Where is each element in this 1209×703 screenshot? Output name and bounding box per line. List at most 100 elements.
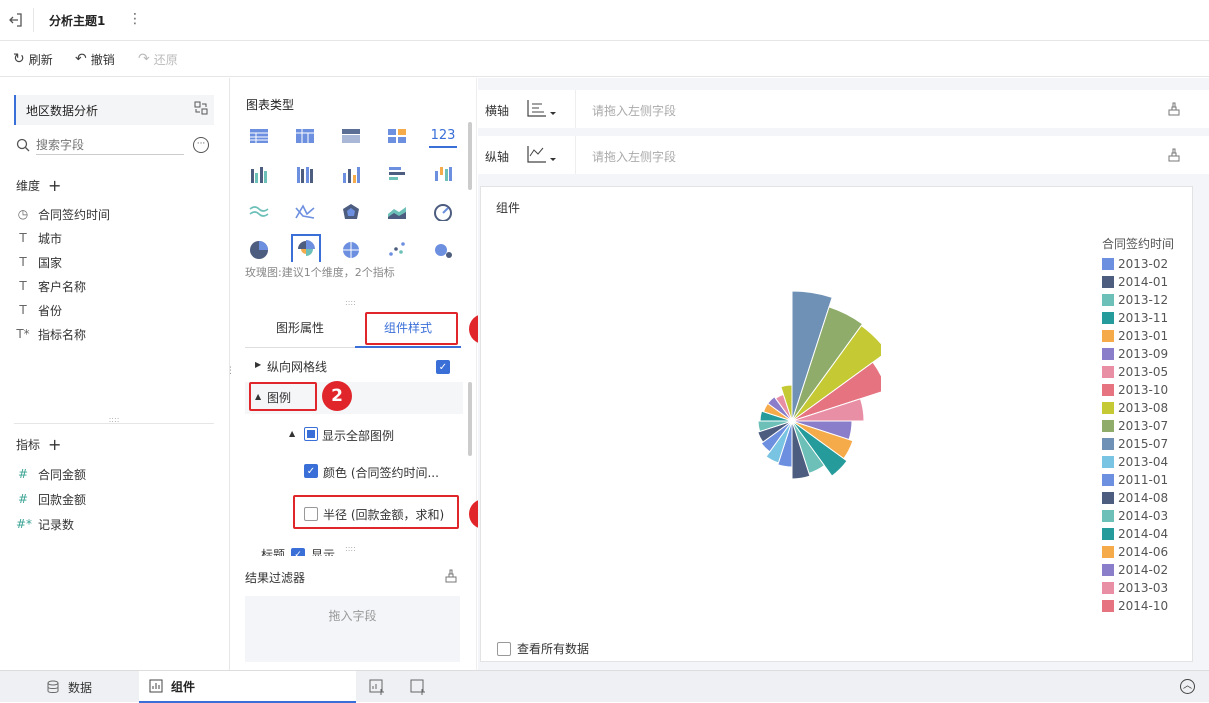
- add-measure-icon[interactable]: +: [48, 435, 61, 454]
- gauge-chart-icon[interactable]: [429, 200, 457, 224]
- legend-label: 2013-02: [1118, 257, 1169, 271]
- field-item[interactable]: ◷ 合同签约时间: [16, 204, 110, 224]
- add-component-icon[interactable]: [369, 679, 385, 698]
- horizontal-bar-icon[interactable]: [383, 162, 411, 186]
- legend-swatch: [1102, 474, 1114, 486]
- field-item[interactable]: T 省份: [16, 300, 62, 320]
- refresh-button[interactable]: ↻ 刷新: [13, 50, 53, 68]
- legend-label: 2013-12: [1118, 293, 1169, 307]
- legend-swatch: [1102, 402, 1114, 414]
- table-chart-icon[interactable]: [245, 124, 273, 148]
- add-text-icon[interactable]: [410, 679, 426, 698]
- partial-checkbox[interactable]: [304, 427, 318, 441]
- color-legend-checkbox[interactable]: ✓: [304, 464, 318, 478]
- clear-x-axis-icon[interactable]: [1167, 102, 1181, 119]
- axis-type-icon[interactable]: [526, 98, 558, 121]
- legend-item[interactable]: 2013-12: [1102, 292, 1168, 308]
- map-chart-icon[interactable]: [337, 238, 365, 262]
- refresh-icon: ↻: [13, 51, 25, 67]
- scrollbar-thumb[interactable]: [468, 382, 472, 456]
- y-axis-drop-zone[interactable]: 请拖入左侧字段: [575, 136, 1157, 174]
- exit-icon[interactable]: [8, 12, 24, 28]
- more-icon[interactable]: ⋮: [128, 11, 142, 27]
- legend-item[interactable]: 2014-01: [1102, 274, 1168, 290]
- legend-item[interactable]: 2014-06: [1102, 544, 1168, 560]
- field-item[interactable]: #* 记录数: [16, 514, 74, 534]
- view-all-label: 查看所有数据: [517, 642, 590, 656]
- data-tab[interactable]: 数据: [0, 671, 138, 703]
- waterfall-chart-icon[interactable]: [429, 162, 457, 186]
- splitter[interactable]: ::::: [14, 416, 214, 424]
- expand-up-icon[interactable]: ︿: [1180, 679, 1195, 694]
- field-item[interactable]: T 国家: [16, 252, 62, 272]
- stacked-bar-icon[interactable]: [291, 162, 319, 186]
- legend-item[interactable]: 2014-04: [1102, 526, 1168, 542]
- legend-item[interactable]: 2013-04: [1102, 454, 1168, 470]
- x-axis-drop-zone[interactable]: 请拖入左侧字段: [575, 90, 1157, 128]
- axis-type-icon[interactable]: [526, 144, 558, 167]
- legend-item[interactable]: 2013-02: [1102, 256, 1168, 272]
- filter-drop-zone[interactable]: 拖入字段: [245, 596, 460, 662]
- radar-line-icon[interactable]: [291, 200, 319, 224]
- legend-item[interactable]: 2015-07: [1102, 436, 1168, 452]
- legend-item[interactable]: 2011-01: [1102, 472, 1168, 488]
- legend-item[interactable]: 2013-08: [1102, 400, 1168, 416]
- column-chart-icon[interactable]: [337, 162, 365, 186]
- component-tab[interactable]: 组件: [139, 671, 356, 703]
- vertical-grid-checkbox[interactable]: ✓: [436, 360, 450, 374]
- field-item[interactable]: T* 指标名称: [16, 324, 86, 344]
- undo-icon: ↶: [75, 51, 87, 67]
- rose-chart-icon[interactable]: [291, 234, 321, 262]
- legend-item[interactable]: 2013-03: [1102, 580, 1168, 596]
- add-dimension-icon[interactable]: +: [48, 176, 61, 195]
- legend-item[interactable]: 2013-01: [1102, 328, 1168, 344]
- radar-chart-icon[interactable]: [337, 200, 365, 224]
- field-item[interactable]: T 客户名称: [16, 276, 86, 296]
- undo-button[interactable]: ↶ 撤销: [75, 50, 115, 68]
- view-all-checkbox[interactable]: [497, 641, 511, 656]
- scrollbar-thumb[interactable]: [468, 122, 472, 190]
- legend-item[interactable]: 2014-02: [1102, 562, 1168, 578]
- title-show-checkbox[interactable]: ✓: [291, 548, 305, 556]
- page-title[interactable]: 分析主题1: [49, 12, 105, 29]
- area-chart-icon[interactable]: [383, 200, 411, 224]
- field-item[interactable]: # 合同金额: [16, 464, 86, 484]
- title-label: 标题: [261, 548, 286, 556]
- view-all-data[interactable]: 查看所有数据: [497, 640, 589, 657]
- number-card-icon[interactable]: 123: [429, 124, 457, 148]
- legend-item[interactable]: 2014-03: [1102, 508, 1168, 524]
- redo-button[interactable]: ↷ 还原: [138, 50, 178, 68]
- tab-shape-props[interactable]: 图形属性: [245, 314, 355, 348]
- bubble-chart-icon[interactable]: [429, 238, 457, 262]
- legend-item[interactable]: 2013-09: [1102, 346, 1168, 362]
- splitter[interactable]: ::::: [345, 298, 356, 307]
- field-item[interactable]: # 回款金额: [16, 489, 86, 509]
- redo-icon: ↷: [138, 51, 150, 67]
- legend-title: 合同签约时间: [1102, 237, 1175, 251]
- detail-table-icon[interactable]: [337, 124, 365, 148]
- collapse-arrow-icon[interactable]: ▶: [255, 360, 261, 369]
- legend-swatch: [1102, 438, 1114, 450]
- field-item[interactable]: T 城市: [16, 228, 62, 248]
- legend-item[interactable]: 2013-10: [1102, 382, 1168, 398]
- pie-chart-icon[interactable]: [245, 238, 273, 262]
- scatter-chart-icon[interactable]: [383, 238, 411, 262]
- more-options-icon[interactable]: ···: [193, 137, 209, 153]
- line-chart-icon[interactable]: [245, 200, 273, 224]
- legend-item[interactable]: 2014-08: [1102, 490, 1168, 506]
- switch-dataset-icon[interactable]: [194, 101, 208, 118]
- clear-y-axis-icon[interactable]: [1167, 148, 1181, 165]
- dataset-name: 地区数据分析: [26, 104, 99, 118]
- search-input[interactable]: [36, 135, 184, 155]
- clear-filter-icon[interactable]: [444, 569, 458, 586]
- legend-item[interactable]: 2013-11: [1102, 310, 1168, 326]
- legend-item[interactable]: 2014-10: [1102, 598, 1168, 614]
- grouped-bar-icon[interactable]: [245, 162, 273, 186]
- expand-arrow-icon[interactable]: ▲: [289, 429, 295, 438]
- splitter[interactable]: ::::: [345, 544, 356, 553]
- legend-item[interactable]: 2013-07: [1102, 418, 1168, 434]
- dataset-selector[interactable]: 地区数据分析: [14, 95, 214, 125]
- legend-item[interactable]: 2013-05: [1102, 364, 1168, 380]
- crosstab-chart-icon[interactable]: [291, 124, 319, 148]
- kpi-card-icon[interactable]: [383, 124, 411, 148]
